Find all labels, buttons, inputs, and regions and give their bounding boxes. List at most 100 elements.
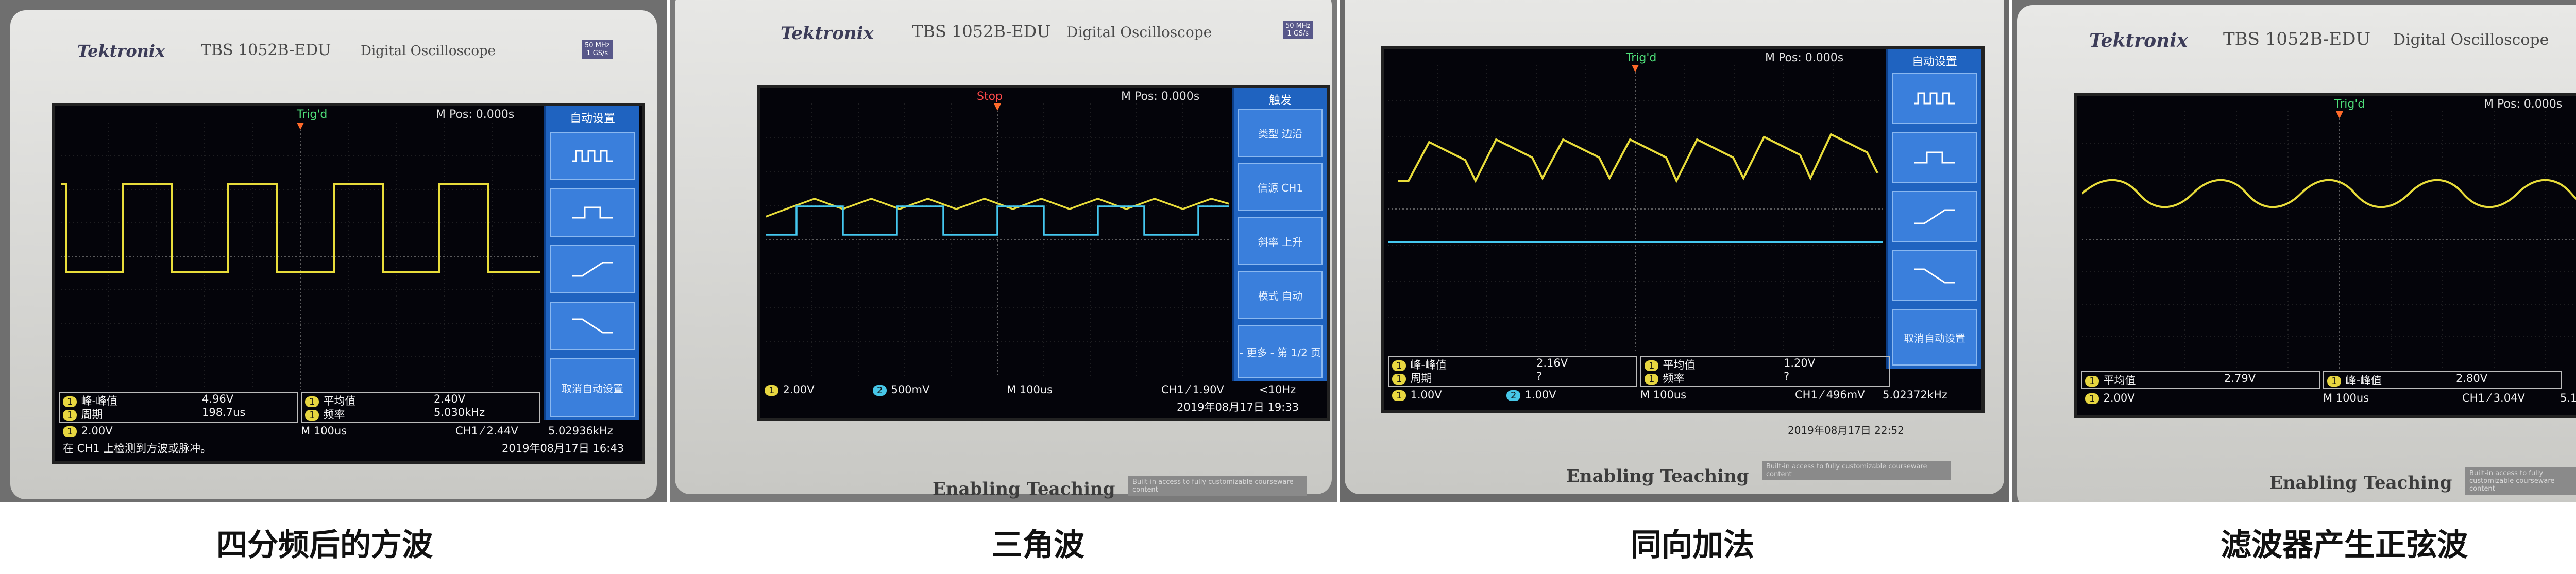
- screen-header: Trig'd M Pos: 0.000s: [2077, 96, 2576, 111]
- caption-filter-sine-wave: 滤波器产生正弦波: [2221, 527, 2468, 563]
- scope-screen: Trig'd M Pos: 0.000s 自动设置 取消自动设置 1 峰-峰值 …: [1381, 46, 1985, 413]
- spec-badge: 50 MHz 1 GS/s: [1283, 21, 1313, 39]
- type-label: Digital Oscilloscope: [2393, 31, 2549, 49]
- photo-panel-3: Trig'd M Pos: 0.000s 自动设置 取消自动设置 1 峰-峰值 …: [1340, 0, 2009, 502]
- waveform-display: [766, 103, 1229, 376]
- menu-more-button[interactable]: - 更多 - 第 1/2 页: [1238, 325, 1323, 378]
- trigger-marker: [2336, 111, 2343, 118]
- ch2-scale: 2 500mV: [873, 384, 929, 396]
- type-label: Digital Oscilloscope: [361, 43, 496, 59]
- single-cycle-square-icon[interactable]: [1892, 132, 1977, 183]
- waveform-display: [61, 123, 540, 390]
- rising-edge-icon[interactable]: [1892, 191, 1977, 242]
- menu-source-button[interactable]: 信源 CH1: [1238, 163, 1323, 211]
- menu-title: 触发: [1268, 94, 1292, 107]
- timebase: M 100us: [1007, 384, 1053, 396]
- ch2-square-wave: [766, 205, 1229, 236]
- trigger-marker: [297, 123, 304, 130]
- side-menu: 自动设置 取消自动设置: [544, 106, 639, 420]
- meas-freq: 1 频率 5.030kHz: [305, 406, 485, 422]
- trigger-status: Trig'd: [297, 108, 328, 121]
- scope-screen: Trig'd M Pos: 0.000s 自动设置 取消自动设置 1 峰-峰值 …: [52, 103, 645, 464]
- trigger-marker: [994, 103, 1001, 111]
- teaching-label: Enabling Teaching: [1566, 466, 1749, 486]
- datetime: 2019年08月17日 16:43: [502, 442, 624, 455]
- meas-mean: 1 平均值 2.79V: [2085, 372, 2256, 388]
- caption-divided-square-wave: 四分频后的方波: [216, 527, 433, 563]
- ch2-scale: 2 1.00V: [1506, 389, 1556, 401]
- ch1-scale: 1 2.00V: [63, 425, 113, 437]
- spec-badge: 50 MHz 1 GS/s: [582, 40, 613, 59]
- type-label: Digital Oscilloscope: [1066, 24, 1212, 41]
- measurement-area: 1 峰-峰值 2.16V 1 周期? 1 平均值 1.20V 1 频率? 1 1.00V 21…: [1388, 356, 1980, 407]
- trigger-status: Trig'd: [1626, 51, 1657, 64]
- trigger-level: CH1 ⁄ 1.90V: [1161, 384, 1224, 396]
- side-menu: 触发 类型 边沿 信源 CH1 斜率 上升 模式 自动 - 更多 - 第 1/2…: [1232, 88, 1327, 381]
- teaching-sub: Built-in access to fully customizable co…: [2465, 467, 2576, 495]
- m-pos: M Pos: 0.000s: [436, 108, 515, 121]
- side-menu: 自动设置 取消自动设置: [1886, 49, 1981, 369]
- trigger-status: Trig'd: [2334, 98, 2365, 111]
- waveform-display: [2082, 111, 2576, 369]
- teaching-sub: Built-in access to fully customizable co…: [1762, 461, 1951, 480]
- teaching-label: Enabling Teaching: [2269, 473, 2452, 493]
- model-label: TBS 1052B-EDU: [2223, 29, 2371, 49]
- menu-mode-button[interactable]: 模式 自动: [1238, 271, 1323, 319]
- photo-panel-1: Tektronix TBS 1052B-EDU Digital Oscillos…: [0, 0, 667, 502]
- brand-logo: Tektronix: [2089, 30, 2188, 51]
- multi-cycle-square-icon[interactable]: [550, 132, 635, 180]
- model-label: TBS 1052B-EDU: [201, 41, 331, 59]
- ch1-scale: 1 2.00V: [2085, 392, 2135, 404]
- timebase: M 100us: [1640, 389, 1687, 401]
- teaching-label: Enabling Teaching: [933, 479, 1115, 499]
- multi-cycle-square-icon[interactable]: [1892, 73, 1977, 124]
- menu-slope-button[interactable]: 斜率 上升: [1238, 217, 1323, 265]
- brand-logo: Tektronix: [77, 41, 165, 61]
- trigger-level: CH1 ⁄ 496mV: [1795, 389, 1865, 401]
- ch1-scale: 1 1.00V: [1392, 389, 1442, 401]
- undo-autoset-button[interactable]: 取消自动设置: [550, 358, 635, 417]
- measurement-area: 1 平均值 2.79V 1 峰-峰值 2.80V 1 2.00V M 100us CH1 …: [2081, 371, 2576, 412]
- caption-noninverting-adder: 同向加法: [1631, 527, 1754, 563]
- menu-title: 自动设置: [569, 112, 615, 125]
- falling-edge-icon[interactable]: [550, 302, 635, 350]
- waveform-display: [1388, 65, 1883, 353]
- status-message: 在 CH1 上检测到方波或脉冲。: [63, 442, 212, 455]
- meas-pk2pk: 1 峰-峰值 2.80V: [2327, 372, 2487, 388]
- single-cycle-square-icon[interactable]: [550, 188, 635, 237]
- m-pos: M Pos: 0.000s: [1765, 51, 1844, 64]
- caption-triangle-wave: 三角波: [992, 527, 1084, 563]
- teaching-sub: Built-in access to fully customizable co…: [1128, 476, 1307, 496]
- scope-screen: Trig'd M Pos: 0.000s 1 平均值 2.79V 1 峰-峰值 2.80…: [2074, 93, 2576, 418]
- photo-panel-4: Tektronix TBS 1052B-EDU Digital Oscillos…: [2012, 0, 2576, 502]
- trigger-level: CH1 ⁄ 3.04V: [2462, 392, 2525, 404]
- meas-period: 1 周期 198.7us: [63, 406, 245, 422]
- trigger-status: Stop: [977, 90, 1003, 103]
- menu-title: 自动设置: [1911, 56, 1957, 68]
- measurement-area: 1 峰-峰值 4.96V 1 周期 198.7us 1 平均值 2.40V 1 频率 5.030…: [59, 392, 624, 455]
- m-pos: M Pos: 0.000s: [1121, 90, 1200, 103]
- trigger-frequency: 5.02372kHz: [1883, 389, 1947, 401]
- scope-screen: Stop M Pos: 0.000s 触发 类型 边沿 信源 CH1 斜率 上升…: [757, 85, 1330, 421]
- ch1-sine-wave: [2082, 179, 2576, 208]
- timebase: M 100us: [2323, 392, 2369, 404]
- meas-period: 1 周期?: [1392, 370, 1542, 386]
- measurement-area: 1 2.00V 2 500mV M 100us CH1 ⁄ 1.90V <10Hz …: [765, 381, 1326, 415]
- trigger-frequency: 5.02936kHz: [548, 425, 613, 437]
- brand-logo: Tektronix: [781, 23, 874, 44]
- ch1-sawtooth-wave: [1398, 133, 1878, 183]
- model-label: TBS 1052B-EDU: [912, 22, 1051, 41]
- datetime: 2019年08月17日 19:33: [1177, 401, 1299, 413]
- trigger-level: CH1 ⁄ 2.44V: [455, 425, 518, 437]
- meas-freq: 1 频率?: [1645, 370, 1789, 386]
- m-pos: M Pos: 0.000s: [2484, 98, 2563, 111]
- datetime: 2019年08月17日 22:52: [1788, 424, 1904, 437]
- ch1-scale: 1 2.00V: [765, 384, 815, 396]
- rising-edge-icon[interactable]: [550, 245, 635, 293]
- trigger-frequency: <10Hz: [1259, 384, 1296, 396]
- falling-edge-icon[interactable]: [1892, 250, 1977, 301]
- timebase: M 100us: [301, 425, 347, 437]
- menu-type-button[interactable]: 类型 边沿: [1238, 109, 1323, 157]
- trigger-frequency: 5.1: [2560, 392, 2576, 404]
- graticule: [2082, 111, 2576, 369]
